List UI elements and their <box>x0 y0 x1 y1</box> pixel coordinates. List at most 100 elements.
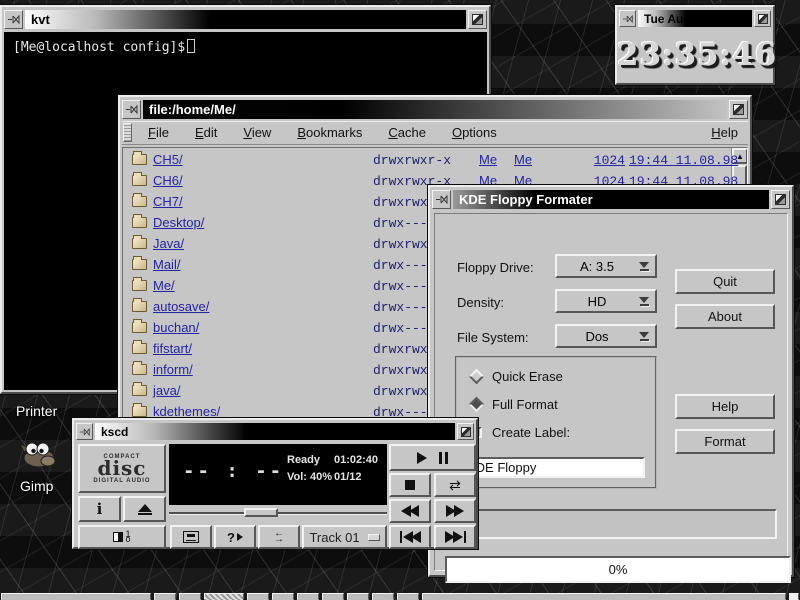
cd-logo-button[interactable]: COMPACT disc DIGITAL AUDIO <box>78 444 166 493</box>
desktop-icon-gimp[interactable]: Gimp <box>18 438 58 494</box>
file-name-link[interactable]: buchan/ <box>153 320 199 335</box>
folder-icon[interactable] <box>132 322 147 333</box>
play-pause-button[interactable] <box>389 444 476 471</box>
fast-forward-button[interactable] <box>434 499 476 523</box>
taskbar-button[interactable] <box>179 593 201 600</box>
next-track-button[interactable] <box>434 525 476 549</box>
taskbar-button[interactable] <box>372 593 394 600</box>
cddb-help-button[interactable]: ? <box>214 525 256 549</box>
taskbar-button[interactable] <box>154 593 176 600</box>
taskbar-button[interactable] <box>272 593 294 600</box>
taskbar-button[interactable] <box>297 593 319 600</box>
maximize-icon[interactable] <box>457 423 474 440</box>
file-group-link[interactable]: Me <box>514 152 532 167</box>
kfm-titlebar[interactable]: file:/home/Me/ <box>122 99 748 120</box>
folder-icon[interactable] <box>132 259 147 270</box>
radio-full-format[interactable]: Full Format <box>471 397 558 412</box>
help-button[interactable]: Help <box>675 394 775 419</box>
pin-icon[interactable] <box>122 100 141 119</box>
floppy-drive-combo[interactable]: A: 3.5 <box>555 254 657 278</box>
file-name-link[interactable]: kdethemes/ <box>153 404 220 419</box>
pin-icon[interactable] <box>619 10 636 27</box>
kvt-titlebar[interactable]: kvt <box>4 9 487 30</box>
pin-icon[interactable] <box>432 190 451 209</box>
pin-icon[interactable] <box>76 423 93 440</box>
eject-button[interactable] <box>123 496 166 522</box>
file-date-link[interactable]: 19:44 11.08.98 <box>629 153 738 168</box>
desktop-icon-printer-label[interactable]: Printer <box>16 403 57 419</box>
taskbar-button[interactable] <box>397 593 419 600</box>
loop-button[interactable]: ⇄ <box>434 473 476 497</box>
taskbar-button[interactable] <box>322 593 344 600</box>
volume-slider-track[interactable] <box>169 512 387 514</box>
folder-icon[interactable] <box>132 175 147 186</box>
taskbar-button[interactable] <box>1 593 151 600</box>
pin-icon[interactable] <box>4 10 23 29</box>
info-button[interactable]: i <box>78 496 121 522</box>
taskbar-button[interactable] <box>347 593 369 600</box>
folder-icon[interactable] <box>132 280 147 291</box>
taskbar-button[interactable] <box>789 593 799 600</box>
volume-label-input[interactable] <box>461 457 645 478</box>
quit-button[interactable]: Quit <box>675 269 775 294</box>
radio-quick-erase[interactable]: Quick Erase <box>471 369 563 384</box>
folder-icon[interactable] <box>132 343 147 354</box>
maximize-icon[interactable] <box>771 190 790 209</box>
previous-track-button[interactable] <box>389 525 431 549</box>
folder-icon[interactable] <box>132 385 147 396</box>
folder-icon[interactable] <box>132 301 147 312</box>
menu-item-view[interactable]: View <box>230 125 284 140</box>
file-name-link[interactable]: CH6/ <box>153 173 183 188</box>
menu-item-options[interactable]: Options <box>439 125 510 140</box>
kscd-titlebar[interactable]: kscd <box>76 422 474 441</box>
terminal-prompt: [Me@localhost config]$ <box>13 40 185 55</box>
clock-titlebar[interactable]: Tue Aug 18 1998 <box>619 9 771 28</box>
file-name-link[interactable]: java/ <box>153 383 180 398</box>
time-display-mode-button[interactable]: 1o <box>78 525 166 549</box>
folder-icon[interactable] <box>132 196 147 207</box>
menu-item-edit[interactable]: Edit <box>182 125 230 140</box>
track-combo[interactable]: Track 01 <box>302 525 387 549</box>
filesystem-label: File System: <box>457 330 529 345</box>
menu-item-cache[interactable]: Cache <box>375 125 439 140</box>
rewind-button[interactable] <box>389 499 431 523</box>
playlist-button[interactable]: ←→ <box>258 525 300 549</box>
taskbar-button-active[interactable] <box>204 593 244 600</box>
maximize-icon[interactable] <box>468 10 487 29</box>
filesystem-combo[interactable]: Dos <box>555 324 657 348</box>
floppy-drive-label: Floppy Drive: <box>457 260 534 275</box>
file-name-link[interactable]: CH5/ <box>153 152 183 167</box>
floppy-titlebar[interactable]: KDE Floppy Formater <box>432 189 790 210</box>
file-name-link[interactable]: Java/ <box>153 236 184 251</box>
folder-icon[interactable] <box>132 217 147 228</box>
menubar-drag-handle[interactable] <box>123 123 132 142</box>
stop-button[interactable] <box>389 473 431 497</box>
file-name-link[interactable]: fifstart/ <box>153 341 192 356</box>
format-button[interactable]: Format <box>675 429 775 454</box>
lcd-volume: Vol: 40% <box>287 471 332 483</box>
file-name-link[interactable]: Mail/ <box>153 257 180 272</box>
volume-slider-handle[interactable] <box>244 508 278 517</box>
file-name-link[interactable]: autosave/ <box>153 299 209 314</box>
file-name-link[interactable]: inform/ <box>153 362 193 377</box>
menu-item-file[interactable]: File <box>135 125 182 140</box>
file-name-link[interactable]: CH7/ <box>153 194 183 209</box>
folder-icon[interactable] <box>132 238 147 249</box>
menu-item-bookmarks[interactable]: Bookmarks <box>284 125 375 140</box>
file-owner-link[interactable]: Me <box>479 152 497 167</box>
about-button[interactable]: About <box>675 304 775 329</box>
folder-icon[interactable] <box>132 406 147 417</box>
menu-item-help[interactable]: Help <box>701 125 748 140</box>
density-combo[interactable]: HD <box>555 289 657 313</box>
file-name-link[interactable]: Me/ <box>153 278 175 293</box>
dock-button[interactable] <box>170 525 212 549</box>
maximize-icon[interactable] <box>754 10 771 27</box>
taskbar-button[interactable] <box>247 593 269 600</box>
maximize-icon[interactable] <box>729 100 748 119</box>
folder-icon[interactable] <box>132 154 147 165</box>
folder-icon[interactable] <box>132 364 147 375</box>
create-label-checkbox[interactable]: Create Label: <box>471 425 570 440</box>
file-name-link[interactable]: Desktop/ <box>153 215 204 230</box>
file-size-link[interactable]: 1024 <box>571 153 625 168</box>
taskbar-button[interactable] <box>422 593 786 600</box>
